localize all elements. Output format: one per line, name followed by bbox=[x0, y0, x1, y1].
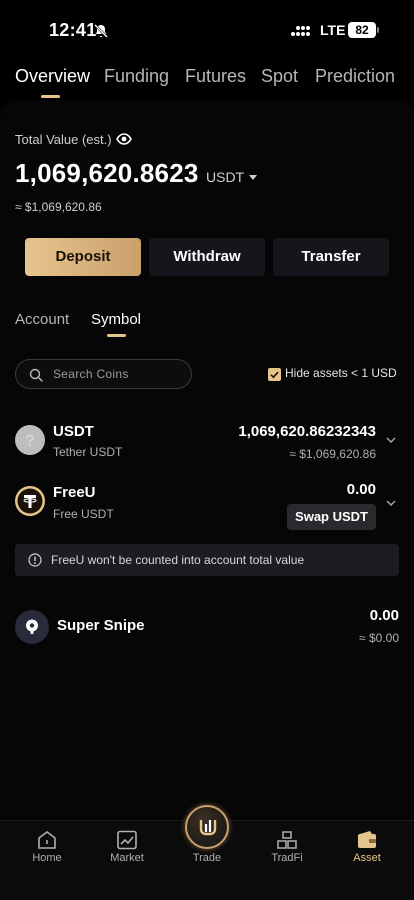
coin-symbol-freeu: FreeU bbox=[53, 484, 96, 501]
tab-symbol[interactable]: Symbol bbox=[91, 311, 141, 328]
coin-usd-value: ≈ $1,069,620.86 bbox=[289, 447, 376, 461]
total-value: 1,069,620.8623 bbox=[15, 158, 199, 188]
chevron-down-icon[interactable] bbox=[386, 500, 396, 507]
coin-amount: 1,069,620.86232343 bbox=[238, 423, 376, 440]
nav-home-label: Home bbox=[32, 852, 62, 864]
nav-home[interactable]: Home bbox=[7, 821, 87, 881]
signal-icon bbox=[291, 26, 310, 36]
status-time: 12:41 bbox=[49, 20, 97, 40]
trade-center-button[interactable] bbox=[185, 805, 229, 849]
search-input[interactable] bbox=[53, 365, 183, 383]
trade-logo-icon bbox=[199, 820, 217, 836]
coin-name: Tether USDT bbox=[53, 445, 123, 459]
bell-mute-icon bbox=[94, 24, 108, 38]
chart-icon bbox=[117, 830, 137, 850]
bank-icon bbox=[277, 831, 297, 849]
coin-placeholder-icon: ? bbox=[15, 425, 45, 455]
swap-usdt-button[interactable]: Swap USDT bbox=[287, 504, 376, 530]
nav-market[interactable]: Market bbox=[87, 821, 167, 881]
withdraw-button[interactable]: Withdraw bbox=[149, 238, 265, 276]
wallet-icon bbox=[358, 831, 376, 848]
top-tabs: Overview Funding Futures Spot Prediction bbox=[0, 66, 414, 100]
battery-icon bbox=[377, 27, 379, 33]
tab-overview[interactable]: Overview bbox=[15, 66, 90, 87]
nav-tradfi[interactable]: TradFi bbox=[247, 821, 327, 881]
search-box[interactable] bbox=[15, 359, 192, 389]
tab-account[interactable]: Account bbox=[15, 311, 69, 328]
tab-prediction[interactable]: Prediction bbox=[315, 66, 395, 87]
chevron-down-icon[interactable] bbox=[386, 437, 396, 444]
hide-small-assets-checkbox[interactable] bbox=[268, 368, 281, 381]
eye-icon[interactable] bbox=[116, 132, 132, 146]
nav-market-label: Market bbox=[110, 852, 144, 864]
super-snipe-row[interactable]: Super Snipe 0.00 ≈ $0.00 bbox=[0, 600, 414, 650]
nav-asset[interactable]: Asset bbox=[327, 821, 407, 881]
nav-asset-label: Asset bbox=[353, 852, 381, 864]
transfer-button[interactable]: Transfer bbox=[273, 238, 389, 276]
coin-symbol: USDT bbox=[53, 423, 94, 440]
total-value-usd: ≈ $1,069,620.86 bbox=[15, 200, 102, 214]
nav-trade-label: Trade bbox=[192, 852, 222, 864]
super-snipe-amount: 0.00 bbox=[369, 607, 399, 624]
super-snipe-title: Super Snipe bbox=[57, 617, 145, 634]
tab-funding[interactable]: Funding bbox=[104, 66, 169, 87]
checkmark-icon bbox=[270, 371, 279, 379]
svg-text:?: ? bbox=[25, 431, 35, 450]
info-icon bbox=[28, 553, 42, 567]
currency-selector[interactable]: USDT bbox=[206, 169, 244, 185]
asset-row-usdt[interactable]: ? USDT Tether USDT 1,069,620.86232343 ≈ … bbox=[0, 415, 414, 475]
nav-tradfi-label: TradFi bbox=[271, 852, 303, 864]
hide-small-assets-label[interactable]: Hide assets < 1 USD bbox=[285, 366, 397, 380]
info-notice: FreeU won't be counted into account tota… bbox=[15, 544, 399, 576]
network-type: LTE bbox=[320, 22, 346, 38]
total-value-label: Total Value (est.) bbox=[15, 132, 112, 147]
caret-down-icon[interactable] bbox=[249, 175, 257, 181]
tab-futures[interactable]: Futures bbox=[185, 66, 246, 87]
search-icon bbox=[29, 368, 43, 382]
tether-icon bbox=[15, 486, 45, 516]
home-icon bbox=[38, 831, 56, 849]
notice-text: FreeU won't be counted into account tota… bbox=[51, 553, 305, 567]
status-bar: 12:41 LTE 82 bbox=[0, 0, 414, 60]
tab-spot[interactable]: Spot bbox=[261, 66, 298, 87]
deposit-button[interactable]: Deposit bbox=[25, 238, 141, 276]
super-snipe-usd-value: ≈ $0.00 bbox=[359, 631, 399, 645]
battery-level: 82 bbox=[348, 22, 376, 38]
coin-amount-freeu: 0.00 bbox=[346, 481, 376, 498]
coin-name-freeu: Free USDT bbox=[53, 507, 114, 521]
active-subtab-indicator bbox=[107, 334, 126, 337]
active-tab-indicator bbox=[41, 95, 60, 98]
super-snipe-icon bbox=[15, 610, 49, 644]
asset-overview-panel: Total Value (est.) 1,069,620.8623 USDT ≈… bbox=[0, 100, 414, 820]
